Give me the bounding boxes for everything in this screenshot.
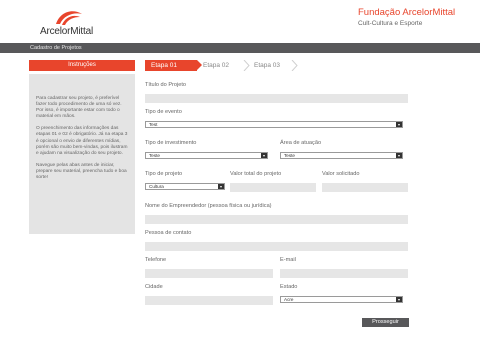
tipo-evento-select[interactable]: Test <box>145 121 403 128</box>
page-header: ArcelorMittal Fundação ArcelorMittal Cul… <box>0 0 480 43</box>
instructions-body: Para cadastrar seu projeto, é preferível… <box>29 74 135 234</box>
area-atuacao-select[interactable]: Teste <box>280 152 403 159</box>
telefone-label: Telefone <box>145 257 167 263</box>
chevron-right-icon <box>291 60 298 71</box>
chevron-down-icon <box>396 153 402 158</box>
email-label: E-mail <box>280 257 296 263</box>
chevron-down-icon <box>396 297 402 302</box>
chevron-down-icon <box>218 184 224 189</box>
tab-etapa-02[interactable]: Etapa 02 <box>203 60 229 71</box>
brand-title: Fundação ArcelorMittal <box>358 7 456 18</box>
tipo-investimento-value: Teste <box>149 153 160 158</box>
instructions-title: Instruções <box>29 60 135 71</box>
chevron-down-icon <box>396 122 402 127</box>
brand-subtitle: Cult-Cultura e Esporte <box>358 20 423 27</box>
area-atuacao-label: Área de atuação <box>280 140 322 146</box>
tipo-investimento-label: Tipo de investimento <box>145 140 197 146</box>
estado-select[interactable]: Acre <box>280 296 403 303</box>
logo-arc-icon <box>56 11 82 25</box>
empreendedor-input[interactable] <box>145 215 408 224</box>
tipo-evento-label: Tipo de evento <box>145 109 182 115</box>
brand-block: Fundação ArcelorMittal Cult-Cultura e Es… <box>358 7 455 27</box>
breadcrumb: Cadastro de Projetos <box>30 44 82 51</box>
valor-solicitado-input[interactable] <box>322 183 408 192</box>
tab-etapa-03[interactable]: Etapa 03 <box>254 60 280 71</box>
chevron-down-icon <box>261 153 267 158</box>
instructions-panel: Instruções Para cadastrar seu projeto, é… <box>29 60 135 234</box>
estado-value: Acre <box>284 297 294 302</box>
tipo-projeto-value: Cultura <box>149 184 164 189</box>
tab-etapa-01[interactable]: Etapa 01 <box>145 60 202 71</box>
instructions-paragraph: Navegue pelas abas antes de iniciar, pre… <box>36 162 127 181</box>
area-atuacao-value: Teste <box>284 153 295 158</box>
tipo-projeto-select[interactable]: Cultura <box>145 183 225 190</box>
cidade-input[interactable] <box>145 296 273 305</box>
tipo-projeto-label: Tipo de projeto <box>145 171 183 177</box>
titulo-input[interactable] <box>145 94 408 103</box>
tipo-evento-value: Test <box>149 122 158 127</box>
instructions-paragraph: O preenchimento das informações das etap… <box>36 126 128 156</box>
arcelormittal-logo[interactable]: ArcelorMittal <box>40 6 93 40</box>
empreendedor-label: Nome do Empreendedor (pessoa física ou j… <box>145 203 272 209</box>
email-input[interactable] <box>280 269 408 278</box>
top-bar: Cadastro de Projetos <box>0 43 480 53</box>
estado-label: Estado <box>280 284 298 290</box>
valor-total-label: Valor total do projeto <box>230 171 282 177</box>
chevron-right-icon <box>243 60 250 71</box>
titulo-label: Título do Projeto <box>145 82 187 88</box>
prosseguir-button[interactable]: Prosseguir <box>362 318 409 327</box>
contato-label: Pessoa de contato <box>145 230 192 236</box>
telefone-input[interactable] <box>145 269 273 278</box>
valor-solicitado-label: Valor solicitado <box>322 171 360 177</box>
contato-input[interactable] <box>145 242 408 251</box>
instructions-paragraph: Para cadastrar seu projeto, é preferível… <box>36 96 122 120</box>
cidade-label: Cidade <box>145 284 163 290</box>
valor-total-input[interactable] <box>230 183 316 192</box>
logo-text: ArcelorMittal <box>40 26 93 37</box>
tipo-investimento-select[interactable]: Teste <box>145 152 268 159</box>
step-tabs: Etapa 01 Etapa 02 Etapa 03 <box>145 60 330 71</box>
